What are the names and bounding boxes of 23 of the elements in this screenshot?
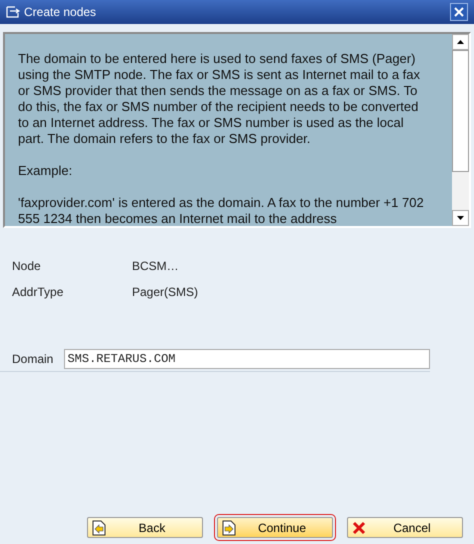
window-icon (6, 6, 20, 18)
domain-field[interactable]: SMS.RETARUS.COM (64, 349, 430, 369)
cross-icon (352, 520, 366, 534)
scroll-thumb[interactable] (452, 50, 469, 172)
field-label: AddrType (12, 284, 64, 301)
close-button[interactable] (450, 3, 468, 21)
help-paragraph: The domain to be entered here is used to send faxes of SMS (Pager) using the SMTP node. The fax or SMS is sent as Internet mail to a fax or SMS provider that then sends the message on as a fax or SMS. To do this, the fax or SMS number of the recipient needs to be converted to an Internet address. The fax or SMS number is used as the local part. The domain refers to the fax or SMS provider. (18, 51, 421, 147)
page-left-arrow-icon (92, 520, 106, 536)
continue-button[interactable]: Continue (217, 517, 333, 538)
close-icon (454, 7, 464, 17)
page-right-arrow-icon (222, 520, 236, 536)
domain-label: Domain (12, 351, 54, 368)
scroll-up-icon[interactable] (452, 34, 469, 50)
back-button[interactable]: Back (87, 517, 203, 538)
field-value: Pager(SMS) (132, 284, 198, 301)
scroll-down-icon[interactable] (452, 210, 469, 226)
field-label: Node (12, 258, 42, 275)
scrollbar[interactable] (452, 34, 469, 226)
window-title: Create nodes (24, 4, 96, 21)
field-value: BCSM… (132, 258, 179, 275)
help-paragraph: Example: (18, 163, 74, 179)
help-paragraph: 'faxprovider.com' is entered as the domain. A fax to the number +1 702 555 1234 then becomes an Internet mail to the address (18, 195, 425, 227)
cancel-button[interactable]: Cancel (347, 517, 463, 538)
